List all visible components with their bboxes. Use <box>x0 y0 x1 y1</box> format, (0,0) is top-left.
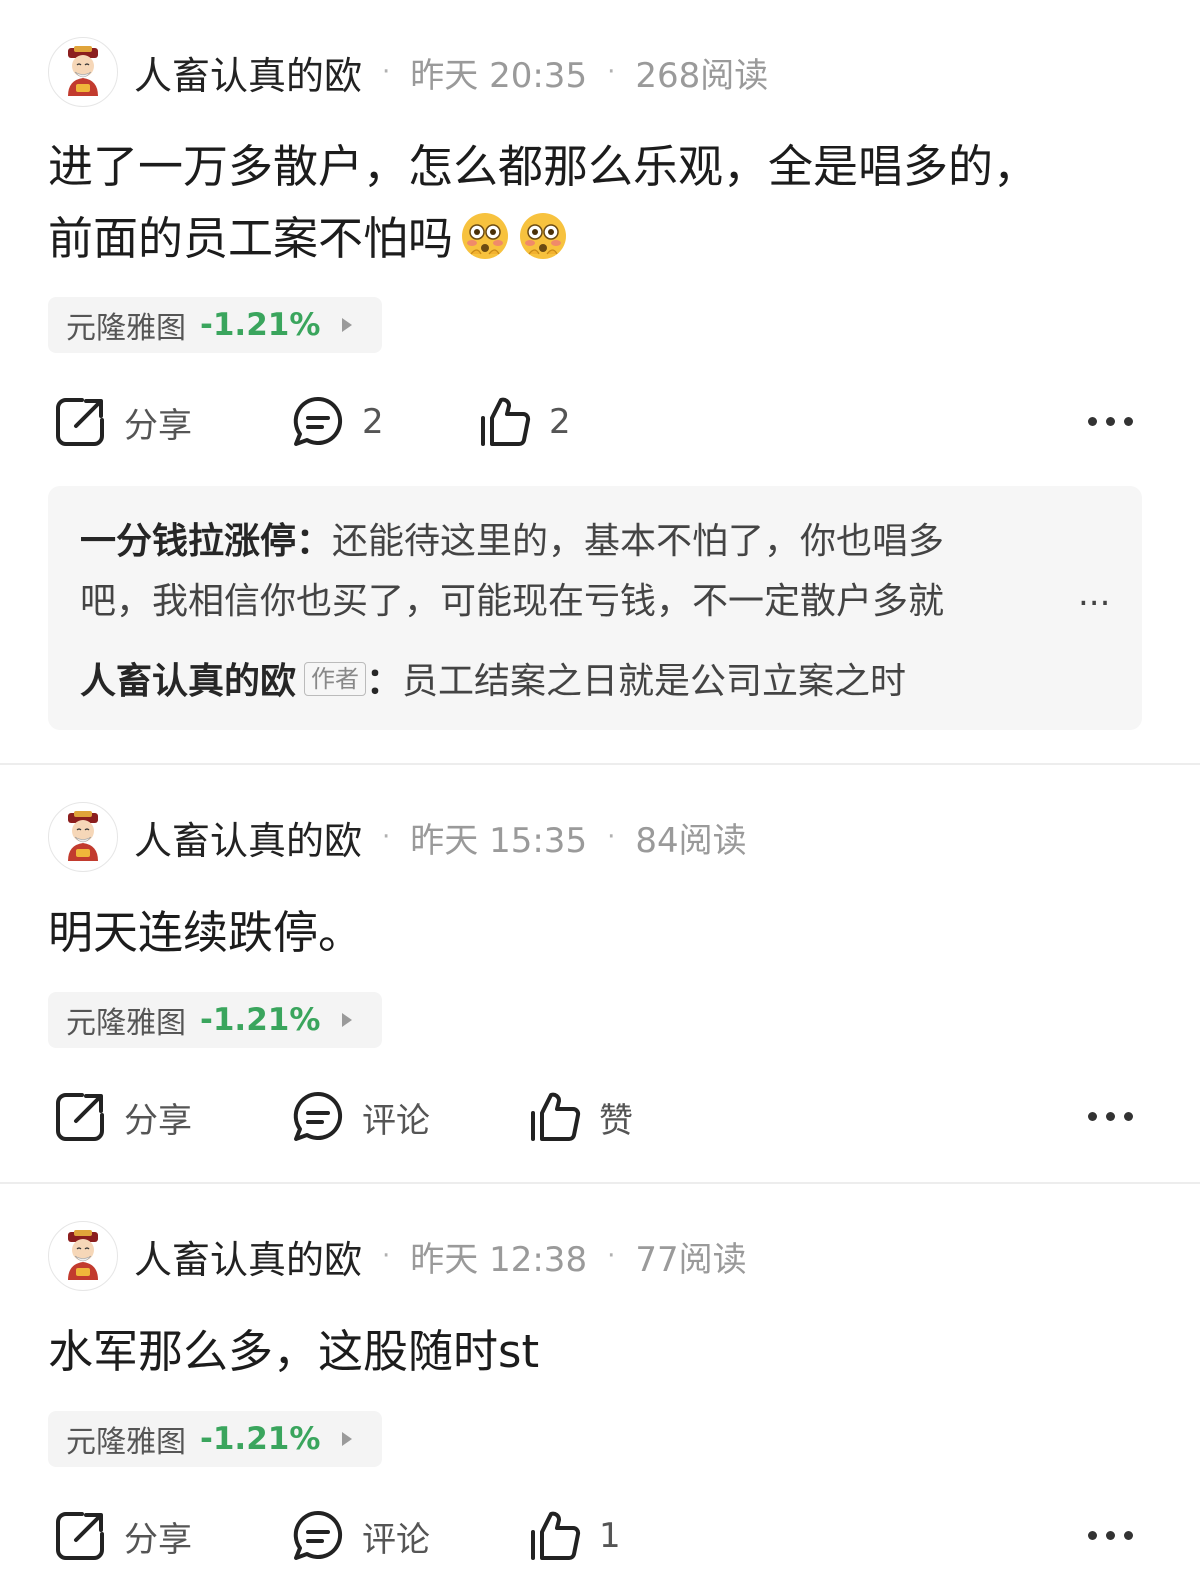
avatar[interactable] <box>48 1221 118 1291</box>
separator-dot: · <box>607 1241 616 1271</box>
post-3[interactable]: 人畜认真的欧 · 昨天 12:38 · 77阅读 水军那么多，这股随时st 元隆… <box>0 0 1200 1583</box>
stock-change: -1.21% <box>200 1421 321 1457</box>
post-content[interactable]: 水军那么多，这股随时st <box>48 1316 1148 1388</box>
avatar-caishen-icon <box>68 1230 98 1280</box>
post-time: 昨天 12:38 <box>410 1239 588 1280</box>
more-icon-dot <box>1088 1531 1097 1540</box>
like-icon <box>531 1511 581 1560</box>
username[interactable]: 人畜认真的欧 <box>134 1229 362 1284</box>
comment-label: 评论 <box>362 1519 430 1560</box>
more-icon-dot <box>1106 1531 1115 1540</box>
chevron-right-icon <box>342 1432 353 1446</box>
separator-dot: · <box>382 1241 391 1271</box>
share-label: 分享 <box>124 1519 192 1560</box>
share-icon <box>56 1512 104 1560</box>
post-content-line: 水军那么多，这股随时st <box>48 1325 540 1378</box>
like-count: 1 <box>599 1516 621 1556</box>
share-button[interactable]: 分享 <box>52 1508 192 1564</box>
stock-tag[interactable]: 元隆雅图 -1.21% <box>48 1411 382 1467</box>
comment-button[interactable]: 评论 <box>290 1508 430 1564</box>
stock-name: 元隆雅图 <box>66 1425 186 1460</box>
read-count: 77阅读 <box>635 1239 747 1280</box>
more-icon-dot <box>1124 1531 1133 1540</box>
comment-icon <box>293 1510 343 1560</box>
post-meta: 人畜认真的欧 · 昨天 12:38 · 77阅读 <box>48 1221 747 1291</box>
like-button[interactable]: 1 <box>527 1508 621 1564</box>
post-feed: 人畜认真的欧 · 昨天 20:35 · 268阅读 进了一万多散户，怎么都那么乐… <box>0 0 1200 1583</box>
more-button[interactable] <box>1088 1531 1133 1540</box>
